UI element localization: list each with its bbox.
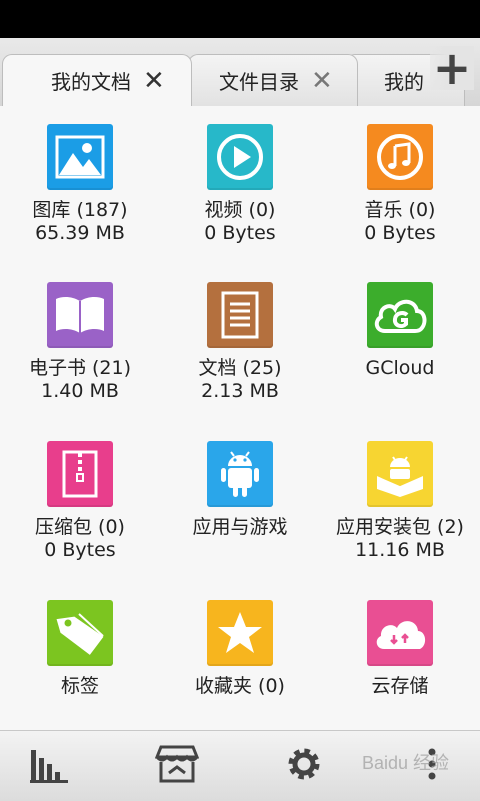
tab-strip: 我的 文件目录 ✕ 我的文档 ✕ + bbox=[0, 38, 480, 106]
item-name: 音乐 (0) bbox=[364, 199, 436, 221]
item-name: 收藏夹 (0) bbox=[195, 675, 285, 697]
music-note-icon bbox=[367, 124, 433, 190]
item-name: GCloud bbox=[365, 357, 435, 379]
apk-box-icon bbox=[367, 441, 433, 507]
category-gcloud[interactable]: GCloud bbox=[320, 264, 480, 422]
item-name: 图库 (187) bbox=[32, 199, 128, 221]
cloud-storage-icon bbox=[367, 600, 433, 666]
zip-icon bbox=[47, 441, 113, 507]
add-tab-button[interactable]: + bbox=[430, 41, 474, 95]
category-favorites[interactable]: 收藏夹 (0) bbox=[160, 582, 320, 740]
close-icon[interactable]: ✕ bbox=[143, 68, 165, 94]
chart-icon bbox=[28, 744, 72, 788]
gallery-icon bbox=[47, 124, 113, 190]
item-size: 11.16 MB bbox=[355, 539, 445, 561]
category-music[interactable]: 音乐 (0) 0 Bytes bbox=[320, 106, 480, 264]
tag-icon bbox=[47, 600, 113, 666]
watermark: Baidu 经验 bbox=[362, 753, 450, 773]
category-archives[interactable]: 压缩包 (0) 0 Bytes bbox=[0, 423, 160, 581]
item-size: 0 Bytes bbox=[204, 222, 276, 244]
android-icon bbox=[207, 441, 273, 507]
category-video[interactable]: 视频 (0) 0 Bytes bbox=[160, 106, 320, 264]
item-size: 1.40 MB bbox=[41, 380, 119, 402]
item-name: 云存储 bbox=[371, 675, 429, 697]
category-grid: 图库 (187) 65.39 MB 视频 (0) 0 Bytes 音乐 (0) … bbox=[0, 106, 480, 730]
category-documents[interactable]: 文档 (25) 2.13 MB bbox=[160, 264, 320, 422]
item-size: 0 Bytes bbox=[364, 222, 436, 244]
gcloud-icon bbox=[367, 282, 433, 348]
category-apps-games[interactable]: 应用与游戏 bbox=[160, 423, 320, 581]
settings-button[interactable] bbox=[264, 731, 344, 801]
video-play-icon bbox=[207, 124, 273, 190]
tab-label: 我的 bbox=[384, 70, 424, 94]
item-size: 0 Bytes bbox=[44, 539, 116, 561]
tab-file-directory[interactable]: 文件目录 ✕ bbox=[188, 54, 358, 106]
item-name: 应用安装包 (2) bbox=[336, 516, 464, 538]
category-ebook[interactable]: 电子书 (21) 1.40 MB bbox=[0, 264, 160, 422]
statistics-button[interactable] bbox=[10, 731, 90, 801]
store-icon bbox=[154, 743, 200, 789]
tab-my-documents[interactable]: 我的文档 ✕ bbox=[2, 54, 192, 106]
item-size: 65.39 MB bbox=[35, 222, 125, 244]
item-name: 电子书 (21) bbox=[28, 357, 132, 379]
gear-icon bbox=[284, 744, 324, 788]
category-cloud-storage[interactable]: 云存储 bbox=[320, 582, 480, 740]
document-icon bbox=[207, 282, 273, 348]
book-icon bbox=[47, 282, 113, 348]
item-name: 文档 (25) bbox=[198, 357, 282, 379]
status-bar bbox=[0, 0, 480, 38]
category-gallery[interactable]: 图库 (187) 65.39 MB bbox=[0, 106, 160, 264]
item-name: 压缩包 (0) bbox=[35, 516, 125, 538]
item-size: 2.13 MB bbox=[201, 380, 279, 402]
category-apk-packages[interactable]: 应用安装包 (2) 11.16 MB bbox=[320, 423, 480, 581]
item-name: 应用与游戏 bbox=[192, 516, 288, 538]
item-name: 标签 bbox=[60, 675, 99, 697]
item-name: 视频 (0) bbox=[204, 199, 276, 221]
category-tags[interactable]: 标签 bbox=[0, 582, 160, 740]
tab-label: 文件目录 bbox=[219, 70, 299, 94]
store-button[interactable] bbox=[137, 731, 217, 801]
tab-label: 我的文档 bbox=[51, 70, 131, 94]
star-icon bbox=[207, 600, 273, 666]
bottom-toolbar: Baidu 经验 bbox=[0, 730, 480, 801]
close-icon[interactable]: ✕ bbox=[311, 68, 333, 94]
